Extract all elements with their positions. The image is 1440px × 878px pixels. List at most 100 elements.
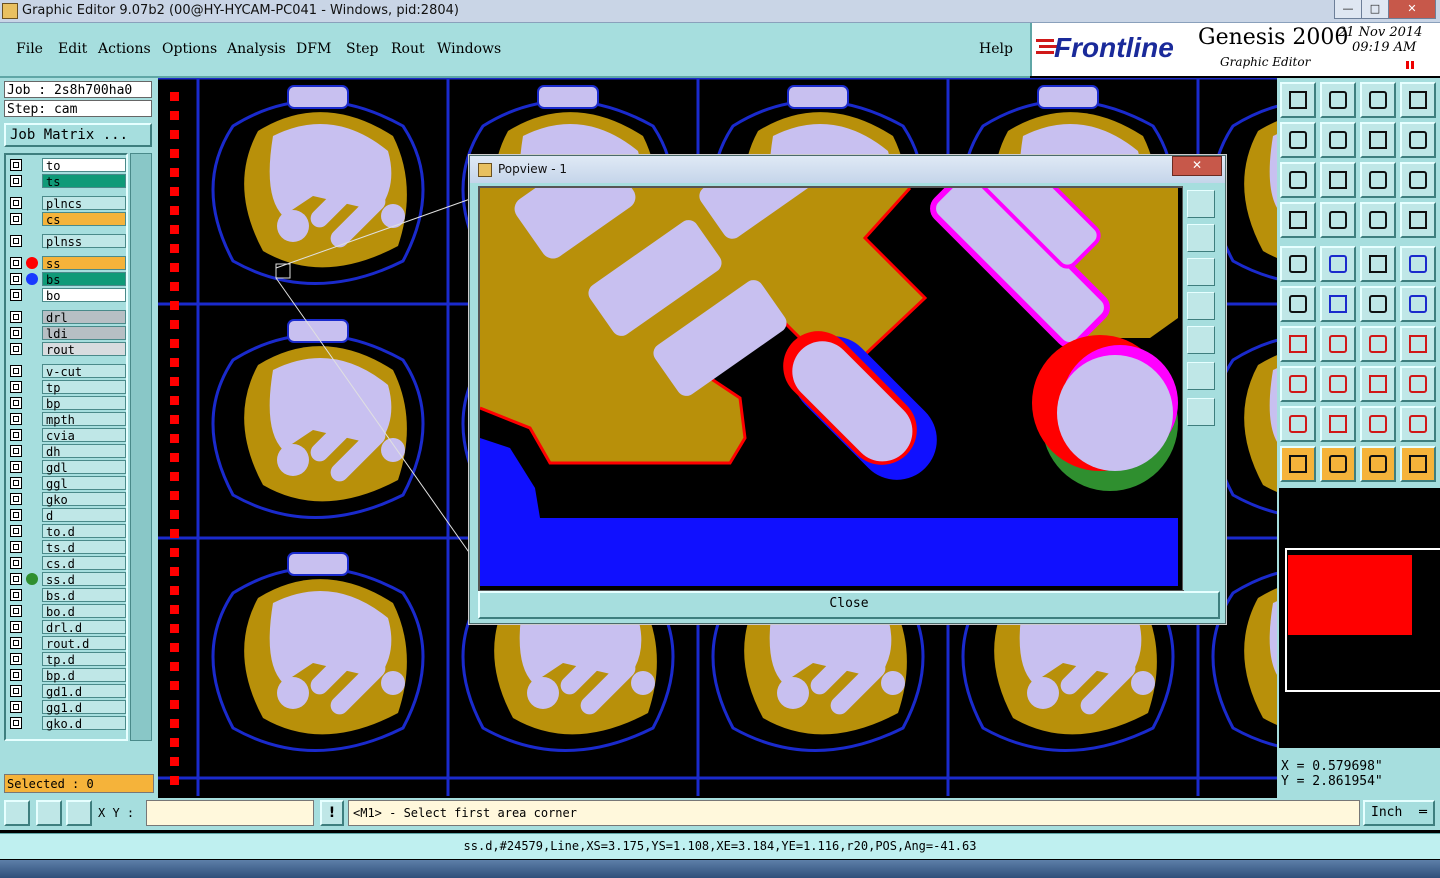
layer-name[interactable]: drl bbox=[42, 310, 126, 325]
layer-row-gg1-d[interactable]: gg1.d bbox=[8, 700, 126, 715]
popview-zoom-out-icon[interactable] bbox=[1187, 362, 1215, 390]
layer-row-ggl[interactable]: ggl bbox=[8, 476, 126, 491]
layers-icon[interactable] bbox=[1360, 202, 1396, 238]
minimize-icon[interactable]: — bbox=[1334, 0, 1362, 19]
pointer-icon[interactable] bbox=[1280, 446, 1316, 482]
snap-icon[interactable] bbox=[4, 800, 30, 826]
layer-row-to-d[interactable]: to.d bbox=[8, 524, 126, 539]
layer-name[interactable]: cvia bbox=[42, 428, 126, 443]
fit-icon[interactable] bbox=[1280, 162, 1316, 198]
layer-checkbox[interactable] bbox=[10, 365, 22, 377]
convert-icon[interactable] bbox=[1400, 122, 1436, 158]
layer-checkbox[interactable] bbox=[10, 327, 22, 339]
layer-name[interactable]: bp bbox=[42, 396, 126, 411]
layer-name[interactable]: to.d bbox=[42, 524, 126, 539]
ruler-icon[interactable] bbox=[1360, 246, 1396, 282]
menu-step[interactable]: Step bbox=[346, 41, 378, 57]
unit-select[interactable]: Inch ═ bbox=[1363, 800, 1435, 826]
layer-name[interactable]: tp.d bbox=[42, 652, 126, 667]
circle-icon[interactable] bbox=[1400, 246, 1436, 282]
layer-checkbox[interactable] bbox=[10, 493, 22, 505]
layer-name[interactable]: ts bbox=[42, 174, 126, 189]
layer-row-ts-d[interactable]: ts.d bbox=[8, 540, 126, 555]
layer-name[interactable]: tp bbox=[42, 380, 126, 395]
layer-checkbox[interactable] bbox=[10, 669, 22, 681]
center-icon[interactable] bbox=[1320, 162, 1356, 198]
layer-row-ts[interactable]: ts bbox=[8, 174, 126, 189]
layer-row-ss[interactable]: ss bbox=[8, 256, 126, 271]
open-icon[interactable] bbox=[1280, 82, 1316, 118]
layer-row-tp[interactable]: tp bbox=[8, 380, 126, 395]
layer-name[interactable]: gdl bbox=[42, 460, 126, 475]
popview-close-button[interactable]: Close bbox=[478, 591, 1220, 619]
layer-checkbox[interactable] bbox=[10, 235, 22, 247]
layer-name[interactable]: ss bbox=[42, 256, 126, 271]
popview-pan-left-icon[interactable] bbox=[1187, 292, 1215, 320]
layer-name[interactable]: rout bbox=[42, 342, 126, 357]
layer-checkbox[interactable] bbox=[10, 685, 22, 697]
swap-icon[interactable] bbox=[1360, 122, 1396, 158]
arc-alt-icon[interactable] bbox=[1400, 286, 1436, 322]
layer-checkbox[interactable] bbox=[10, 429, 22, 441]
copy-icon[interactable] bbox=[1400, 366, 1436, 402]
menu-analysis[interactable]: Analysis bbox=[227, 41, 286, 57]
layer-name[interactable]: v-cut bbox=[42, 364, 126, 379]
layer-name[interactable]: gko bbox=[42, 492, 126, 507]
layer-row-mpth[interactable]: mpth bbox=[8, 412, 126, 427]
layer-checkbox[interactable] bbox=[10, 637, 22, 649]
layer-row-bo-d[interactable]: bo.d bbox=[8, 604, 126, 619]
popview-zoom-view[interactable] bbox=[478, 186, 1184, 592]
layer-checkbox[interactable] bbox=[10, 477, 22, 489]
layer-row-cs[interactable]: cs bbox=[8, 212, 126, 227]
layer-row-bs[interactable]: bs bbox=[8, 272, 126, 287]
layer-name[interactable]: d bbox=[42, 508, 126, 523]
popview-pan-up-icon[interactable] bbox=[1187, 224, 1215, 252]
layer-checkbox[interactable] bbox=[10, 213, 22, 225]
layer-row-dh[interactable]: dh bbox=[8, 444, 126, 459]
layer-name[interactable]: bp.d bbox=[42, 668, 126, 683]
layer-checkbox[interactable] bbox=[10, 461, 22, 473]
layer-row-bp-d[interactable]: bp.d bbox=[8, 668, 126, 683]
layer-name[interactable]: bo bbox=[42, 288, 126, 303]
xy-input[interactable] bbox=[146, 800, 314, 826]
layer-list-scrollbar[interactable] bbox=[130, 153, 152, 741]
layer-checkbox[interactable] bbox=[10, 197, 22, 209]
job-matrix-button[interactable]: Job Matrix ... bbox=[4, 123, 152, 147]
layer-checkbox[interactable] bbox=[10, 311, 22, 323]
menu-edit[interactable]: Edit bbox=[58, 41, 87, 57]
move-icon[interactable] bbox=[1360, 366, 1396, 402]
layer-checkbox[interactable] bbox=[10, 573, 22, 585]
layer-row-v-cut[interactable]: v-cut bbox=[8, 364, 126, 379]
import-icon[interactable] bbox=[1280, 122, 1316, 158]
layer-name[interactable]: gg1.d bbox=[42, 700, 126, 715]
layer-row-cvia[interactable]: cvia bbox=[8, 428, 126, 443]
layer-checkbox[interactable] bbox=[10, 509, 22, 521]
layer-row-rout[interactable]: rout bbox=[8, 342, 126, 357]
triangle-icon[interactable] bbox=[1280, 406, 1316, 442]
draw-line-icon[interactable] bbox=[1320, 326, 1356, 362]
menu-options[interactable]: Options bbox=[162, 41, 217, 57]
layer-affected-dot[interactable] bbox=[26, 257, 38, 269]
layer-affected-dot[interactable] bbox=[26, 573, 38, 585]
layer-checkbox[interactable] bbox=[10, 289, 22, 301]
menu-help[interactable]: Help bbox=[979, 41, 1013, 57]
layer-row-gko[interactable]: gko bbox=[8, 492, 126, 507]
layer-row-drl[interactable]: drl bbox=[8, 310, 126, 325]
popview-pan-right-icon[interactable] bbox=[1187, 326, 1215, 354]
triangle-cut-icon[interactable] bbox=[1400, 406, 1436, 442]
help-icon[interactable] bbox=[1400, 162, 1436, 198]
layer-name[interactable]: gko.d bbox=[42, 716, 126, 731]
layer-row-bp[interactable]: bp bbox=[8, 396, 126, 411]
layer-name[interactable]: plncs bbox=[42, 196, 126, 211]
layer-name[interactable]: bs.d bbox=[42, 588, 126, 603]
layer-row-bs-d[interactable]: bs.d bbox=[8, 588, 126, 603]
triangle-up-icon[interactable] bbox=[1360, 406, 1396, 442]
settings-icon[interactable] bbox=[1280, 202, 1316, 238]
add-pad-icon[interactable] bbox=[1280, 366, 1316, 402]
layer-name[interactable]: dh bbox=[42, 444, 126, 459]
select-alt-icon[interactable] bbox=[1360, 446, 1396, 482]
layer-row-ss-d[interactable]: ss.d bbox=[8, 572, 126, 587]
layer-checkbox[interactable] bbox=[10, 397, 22, 409]
layer-row-bo[interactable]: bo bbox=[8, 288, 126, 303]
menu-rout[interactable]: Rout bbox=[391, 41, 425, 57]
